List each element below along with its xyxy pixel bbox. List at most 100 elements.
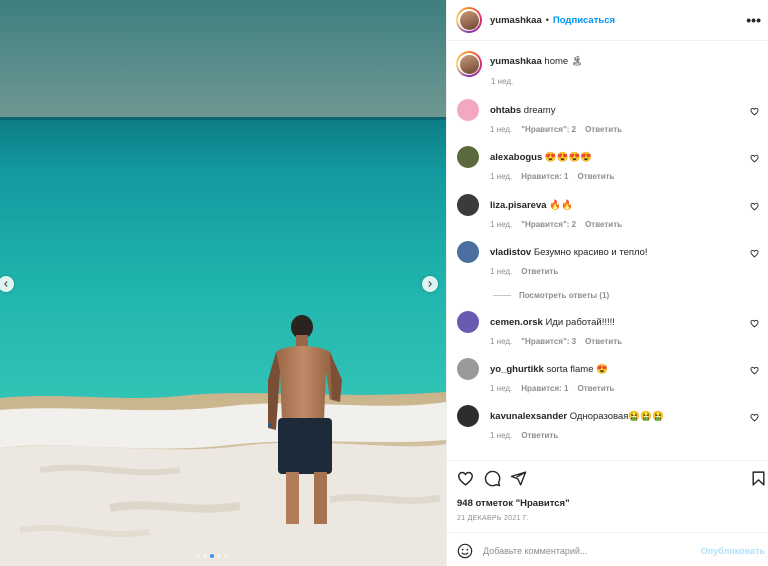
comment-line: yo_ghurtikk sorta flame 😍 <box>490 364 608 375</box>
comment-time[interactable]: 1 нед. <box>490 172 512 181</box>
reply-button[interactable]: Ответить <box>577 384 614 393</box>
reply-button[interactable]: Ответить <box>521 431 558 440</box>
reply-button[interactable]: Ответить <box>577 172 614 181</box>
like-heart-icon[interactable] <box>457 470 474 487</box>
comment-likes[interactable]: Нравится: 1 <box>521 172 568 181</box>
comment-likes[interactable]: Нравится: 1 <box>521 384 568 393</box>
add-comment-bar: Опубликовать <box>447 532 768 566</box>
header-separator: • <box>545 15 549 25</box>
author-avatar[interactable] <box>456 7 482 33</box>
publish-button[interactable]: Опубликовать <box>701 546 765 556</box>
reply-button[interactable]: Ответить <box>521 267 558 276</box>
comment-text: 😍😍😍😍 <box>544 152 593 163</box>
comment-text: Одноразовая🤮🤮🤮 <box>569 411 664 422</box>
author-username[interactable]: yumashkaa <box>490 15 542 26</box>
view-replies-button[interactable]: Посмотреть ответы (1) <box>493 291 609 300</box>
comment-meta: 1 нед. Ответить <box>490 267 567 276</box>
comment-like-heart-icon[interactable] <box>750 249 759 258</box>
comment-meta: 1 нед. "Нравится": 2 Ответить <box>490 125 631 134</box>
commenter-avatar[interactable] <box>457 405 479 427</box>
carousel-dot <box>203 554 207 558</box>
comment-like-heart-icon[interactable] <box>750 319 759 328</box>
comment-meta: 1 нед. "Нравится": 2 Ответить <box>490 220 631 229</box>
comment-time[interactable]: 1 нед. <box>490 431 512 440</box>
post-photo <box>0 0 446 566</box>
share-send-icon[interactable] <box>510 470 527 487</box>
post-date: 21 ДЕКАБРЬ 2021 Г. <box>457 515 529 522</box>
replies-rule <box>493 295 511 296</box>
comment-line: liza.pisareva 🔥🔥 <box>490 200 573 211</box>
comment-meta: 1 нед. Ответить <box>490 431 567 440</box>
comment-text: Иди работай!!!!! <box>545 317 615 328</box>
comment-line: cemen.orsk Иди работай!!!!! <box>490 317 615 328</box>
bookmark-save-icon[interactable] <box>750 470 767 487</box>
comment-line: alexabogus 😍😍😍😍 <box>490 152 592 163</box>
reply-button[interactable]: Ответить <box>585 337 622 346</box>
commenter-username[interactable]: alexabogus <box>490 152 542 163</box>
caption-username[interactable]: yumashkaa <box>490 56 542 67</box>
comment-text: sorta flame 😍 <box>546 364 608 375</box>
beach-photo <box>0 0 446 566</box>
comment-meta: 1 нед. "Нравится": 3 Ответить <box>490 337 631 346</box>
carousel-dot <box>210 554 214 558</box>
follow-button[interactable]: Подписаться <box>553 15 615 26</box>
comment-input[interactable] <box>483 542 693 560</box>
commenter-avatar[interactable] <box>457 358 479 380</box>
commenter-avatar[interactable] <box>457 311 479 333</box>
comment-like-heart-icon[interactable] <box>750 202 759 211</box>
comment-time[interactable]: 1 нед. <box>490 220 512 229</box>
reply-button[interactable]: Ответить <box>585 220 622 229</box>
comment-time[interactable]: 1 нед. <box>490 384 512 393</box>
chevron-right-icon <box>428 281 433 287</box>
comment-like-heart-icon[interactable] <box>750 413 759 422</box>
comment-likes[interactable]: "Нравится": 2 <box>521 220 576 229</box>
commenter-avatar[interactable] <box>457 194 479 216</box>
comment-meta: 1 нед. Нравится: 1 Ответить <box>490 384 623 393</box>
commenter-avatar[interactable] <box>457 99 479 121</box>
comment-text: 🔥🔥 <box>549 200 573 211</box>
comment-likes[interactable]: "Нравится": 2 <box>521 125 576 134</box>
caption-text-line: yumashkaa home 🏝 <box>490 51 583 77</box>
reply-button[interactable]: Ответить <box>585 125 622 134</box>
comment-time[interactable]: 1 нед. <box>490 337 512 346</box>
likes-count[interactable]: 948 отметок "Нравится" <box>457 498 570 509</box>
comment-line: kavunalexsander Одноразовая🤮🤮🤮 <box>490 411 664 422</box>
commenter-username[interactable]: kavunalexsander <box>490 411 567 422</box>
comment-text: dreamy <box>523 105 556 116</box>
carousel-dot <box>196 554 200 558</box>
comment-time[interactable]: 1 нед. <box>490 267 512 276</box>
comment-bubble-icon[interactable] <box>484 470 501 487</box>
comment-like-heart-icon[interactable] <box>750 366 759 375</box>
post-dialog: yumashkaa • Подписаться ••• yumashkaa ho… <box>0 0 768 566</box>
post-header: yumashkaa • Подписаться ••• <box>447 0 768 41</box>
comment-like-heart-icon[interactable] <box>750 154 759 163</box>
comment-meta: 1 нед. Нравится: 1 Ответить <box>490 172 623 181</box>
view-replies-label[interactable]: Посмотреть ответы (1) <box>519 291 609 300</box>
commenter-username[interactable]: vladistov <box>490 247 531 258</box>
more-options-icon[interactable]: ••• <box>746 12 761 28</box>
caption-time[interactable]: 1 нед. <box>491 77 513 86</box>
comment-like-heart-icon[interactable] <box>750 107 759 116</box>
carousel-dot <box>224 554 228 558</box>
next-slide-button[interactable] <box>422 276 438 292</box>
comment-likes[interactable]: "Нравится": 3 <box>521 337 576 346</box>
comment-time[interactable]: 1 нед. <box>490 125 512 134</box>
comment-line: vladistov Безумно красиво и тепло! <box>490 247 648 258</box>
post-sidebar: yumashkaa • Подписаться ••• yumashkaa ho… <box>446 0 768 566</box>
post-caption: yumashkaa home 🏝 <box>456 51 583 77</box>
commenter-username[interactable]: ohtabs <box>490 105 521 116</box>
commenter-username[interactable]: yo_ghurtikk <box>490 364 544 375</box>
comment-line: ohtabs dreamy <box>490 105 555 116</box>
commenter-avatar[interactable] <box>457 146 479 168</box>
carousel-dot <box>217 554 221 558</box>
carousel-indicator <box>196 554 228 558</box>
commenter-username[interactable]: liza.pisareva <box>490 200 547 211</box>
caption-avatar[interactable] <box>456 51 482 77</box>
caption-text: home 🏝 <box>544 56 583 67</box>
commenter-username[interactable]: cemen.orsk <box>490 317 543 328</box>
chevron-left-icon <box>3 281 8 287</box>
post-actions-bar: 948 отметок "Нравится" 21 ДЕКАБРЬ 2021 Г… <box>447 460 768 566</box>
comment-text: Безумно красиво и тепло! <box>533 247 648 258</box>
emoji-smile-icon[interactable] <box>457 543 473 559</box>
commenter-avatar[interactable] <box>457 241 479 263</box>
